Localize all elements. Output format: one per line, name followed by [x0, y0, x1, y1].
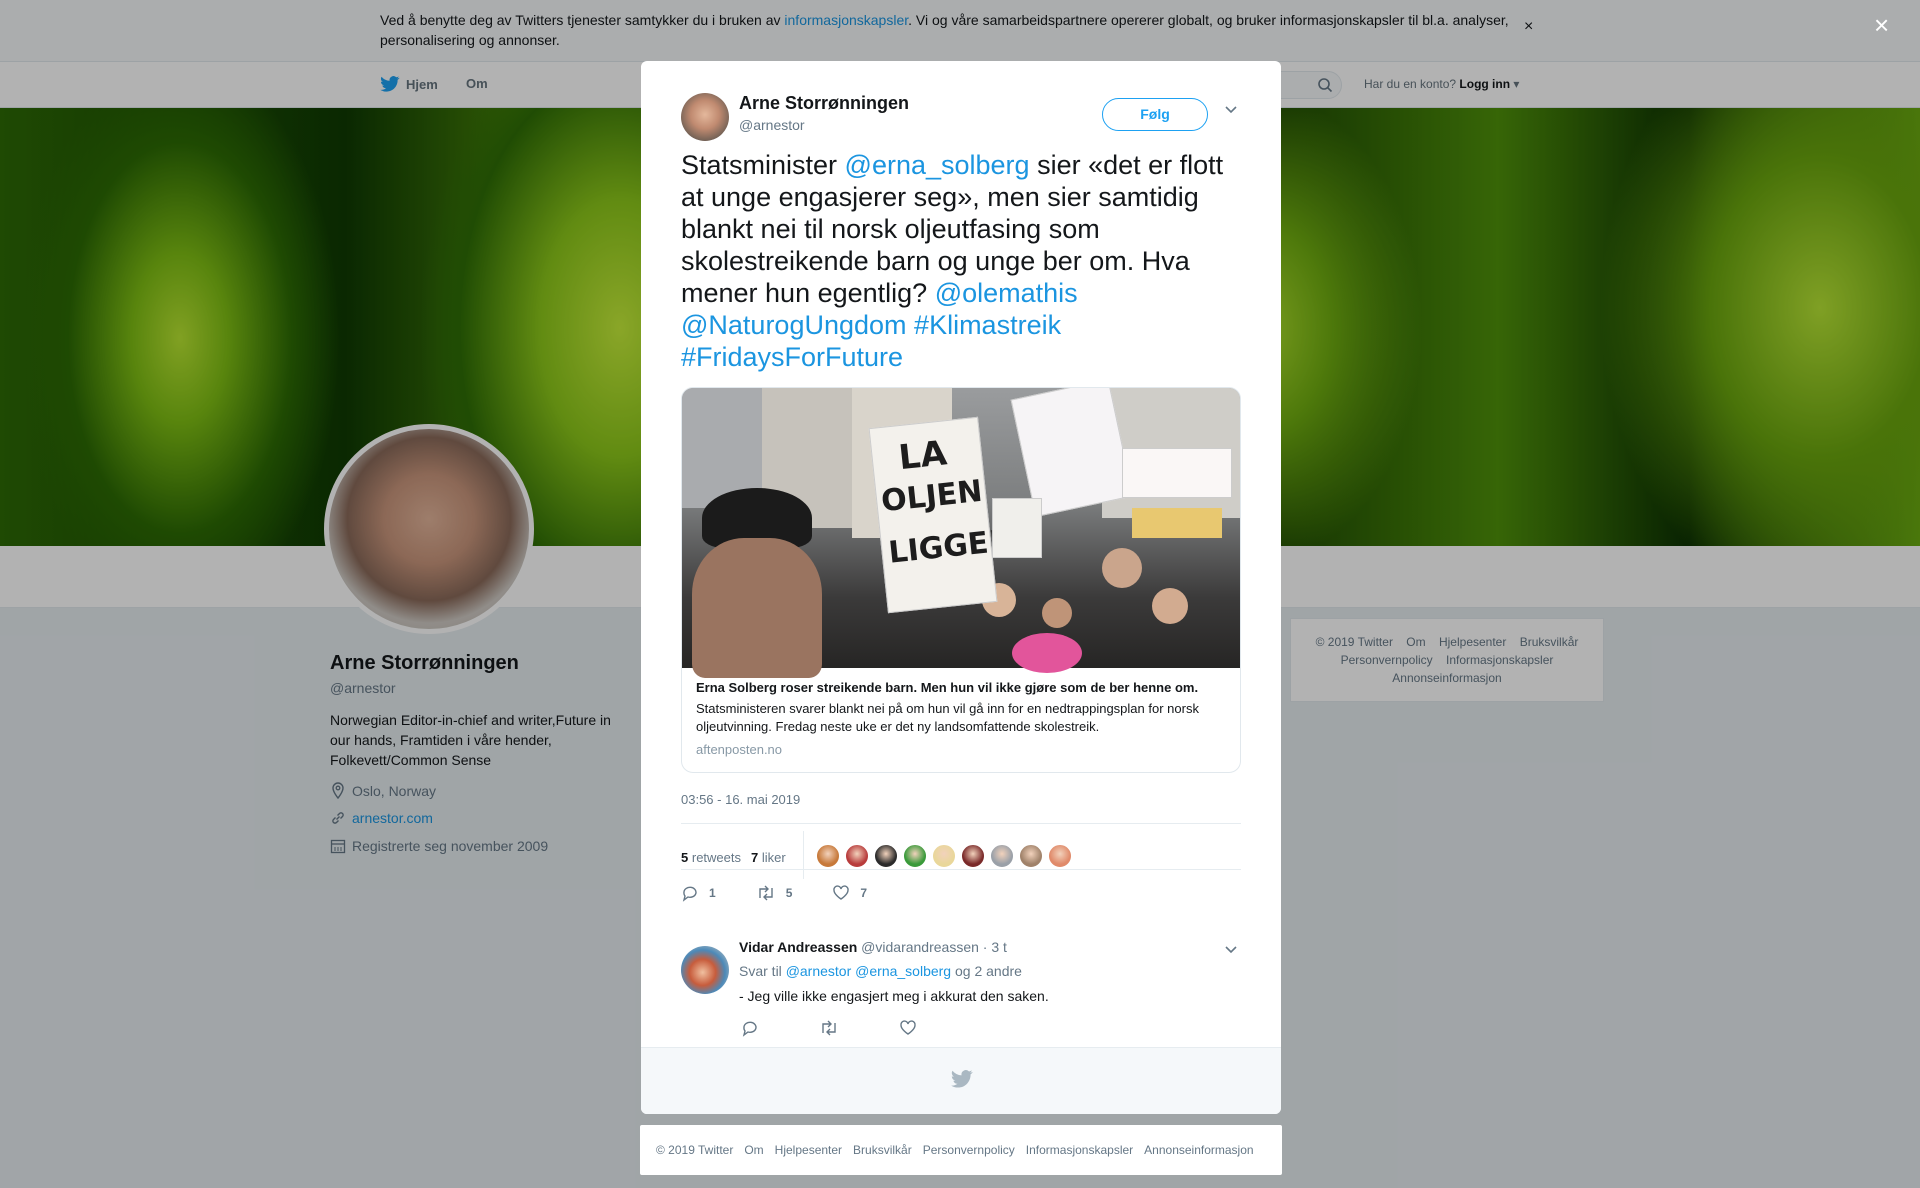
reply-time[interactable]: · 3 t: [983, 939, 1007, 955]
like-button[interactable]: 7: [832, 884, 867, 902]
protest-sign: LA OLJEN LIGGE!: [868, 416, 1004, 614]
hashtag-link[interactable]: #FridaysForFuture: [681, 342, 903, 372]
reply-author-handle[interactable]: @vidarandreassen: [861, 939, 979, 955]
retweets-label: retweets: [691, 849, 741, 865]
retweet-icon[interactable]: [819, 1019, 839, 1037]
card-image: LA OLJEN LIGGE!: [682, 388, 1240, 678]
liker-avatar[interactable]: [1048, 844, 1072, 868]
bottom-footer: © 2019 Twitter Om Hjelpesenter Bruksvilk…: [640, 1125, 1282, 1175]
retweets-count: 5: [681, 849, 689, 865]
follow-button[interactable]: Følg: [1102, 98, 1208, 131]
sign-text: OLJEN: [879, 473, 985, 520]
tweet-stats: 5 retweets 7 liker: [681, 833, 796, 881]
liker-avatars: [816, 844, 1072, 868]
tweet-text: Statsminister @erna_solberg sier «det er…: [681, 149, 1246, 373]
footer-link-cookies[interactable]: Informasjonskapsler: [1026, 1143, 1133, 1157]
mention-link[interactable]: @NaturogUngdom: [681, 310, 907, 340]
heart-icon: [833, 885, 850, 900]
image-person: [1152, 588, 1188, 624]
card-description: Statsministeren svarer blankt nei på om …: [696, 701, 1199, 734]
reply-text: - Jeg ville ikke engasjert meg i akkurat…: [739, 988, 1049, 1004]
footer-link-ads-info[interactable]: Annonseinformasjon: [1144, 1143, 1253, 1157]
sign-text: LA: [896, 433, 949, 479]
chevron-down-icon[interactable]: [1224, 945, 1238, 955]
reply-actions: [741, 1019, 917, 1037]
link-card[interactable]: LA OLJEN LIGGE! Erna Solberg roser strei…: [681, 387, 1241, 773]
likes-count: 7: [751, 849, 759, 865]
mention-link[interactable]: @erna_solberg: [845, 150, 1030, 180]
reply-icon[interactable]: [741, 1019, 759, 1037]
liker-avatar[interactable]: [816, 844, 840, 868]
reply-author-name[interactable]: Vidar Andreassen: [739, 939, 857, 955]
liker-avatar[interactable]: [932, 844, 956, 868]
reply-to-line: Svar til @arnestor @erna_solberg og 2 an…: [739, 963, 1022, 979]
sign-text: LIGGE!: [886, 524, 1004, 571]
image-person: [1102, 548, 1142, 588]
liker-avatar[interactable]: [874, 844, 898, 868]
tweet-text-part: Statsminister: [681, 150, 845, 180]
likes-stat[interactable]: 7 liker: [751, 850, 786, 865]
likes-label: liker: [761, 849, 786, 865]
reply-to-rest[interactable]: og 2 andre: [955, 963, 1022, 979]
chevron-down-icon[interactable]: [1224, 105, 1238, 115]
retweet-count: 5: [785, 886, 793, 900]
image-person: [692, 538, 822, 678]
twitter-bird-icon: [951, 1070, 973, 1088]
mention-link[interactable]: @erna_solberg: [855, 963, 951, 979]
divider: [803, 831, 804, 879]
reply-author-avatar[interactable]: [681, 946, 729, 994]
divider: [681, 823, 1241, 824]
tweet-actions: 1 5 7: [681, 879, 907, 907]
retweet-button[interactable]: 5: [756, 884, 793, 902]
card-domain: aftenposten.no: [696, 742, 783, 757]
tweet-modal: Arne Storrønningen @arnestor Følg Statsm…: [641, 61, 1281, 1114]
tweet-timestamp[interactable]: 03:56 - 16. mai 2019: [681, 792, 800, 807]
modal-footer: [641, 1047, 1281, 1114]
reply-to-label: Svar til: [739, 963, 782, 979]
tweet-author-name[interactable]: Arne Storrønningen: [739, 93, 909, 114]
protest-sign: [1122, 448, 1232, 498]
tweet-author-handle[interactable]: @arnestor: [739, 117, 805, 133]
reply-header: Vidar Andreassen @vidarandreassen · 3 t: [739, 939, 1007, 955]
mention-link[interactable]: @olemathis: [935, 278, 1078, 308]
retweets-stat[interactable]: 5 retweets: [681, 850, 741, 865]
liker-avatar[interactable]: [1019, 844, 1043, 868]
footer-link-help[interactable]: Hjelpesenter: [775, 1143, 842, 1157]
retweet-icon: [758, 885, 773, 901]
liker-avatar[interactable]: [961, 844, 985, 868]
close-modal-button[interactable]: ×: [1874, 12, 1889, 38]
footer-link-about[interactable]: Om: [744, 1143, 763, 1157]
reply-icon: [682, 886, 697, 902]
divider: [681, 869, 1241, 870]
protest-sign: [992, 498, 1042, 558]
heart-icon[interactable]: [899, 1019, 917, 1037]
footer-link-privacy[interactable]: Personvernpolicy: [923, 1143, 1015, 1157]
mention-link[interactable]: @arnestor: [786, 963, 852, 979]
footer-copyright: © 2019 Twitter: [656, 1143, 734, 1157]
reply-count: 1: [709, 886, 716, 900]
liker-avatar[interactable]: [903, 844, 927, 868]
card-title: Erna Solberg roser streikende barn. Men …: [696, 680, 1199, 695]
image-person: [1012, 633, 1082, 673]
reply-button[interactable]: 1: [681, 884, 716, 902]
tweet-author-avatar[interactable]: [681, 93, 729, 141]
liker-avatar[interactable]: [845, 844, 869, 868]
image-person: [1042, 598, 1072, 628]
like-count: 7: [860, 886, 868, 900]
hashtag-link[interactable]: #Klimastreik: [914, 310, 1061, 340]
footer-link-terms[interactable]: Bruksvilkår: [853, 1143, 912, 1157]
protest-sign: [1132, 508, 1222, 538]
liker-avatar[interactable]: [990, 844, 1014, 868]
